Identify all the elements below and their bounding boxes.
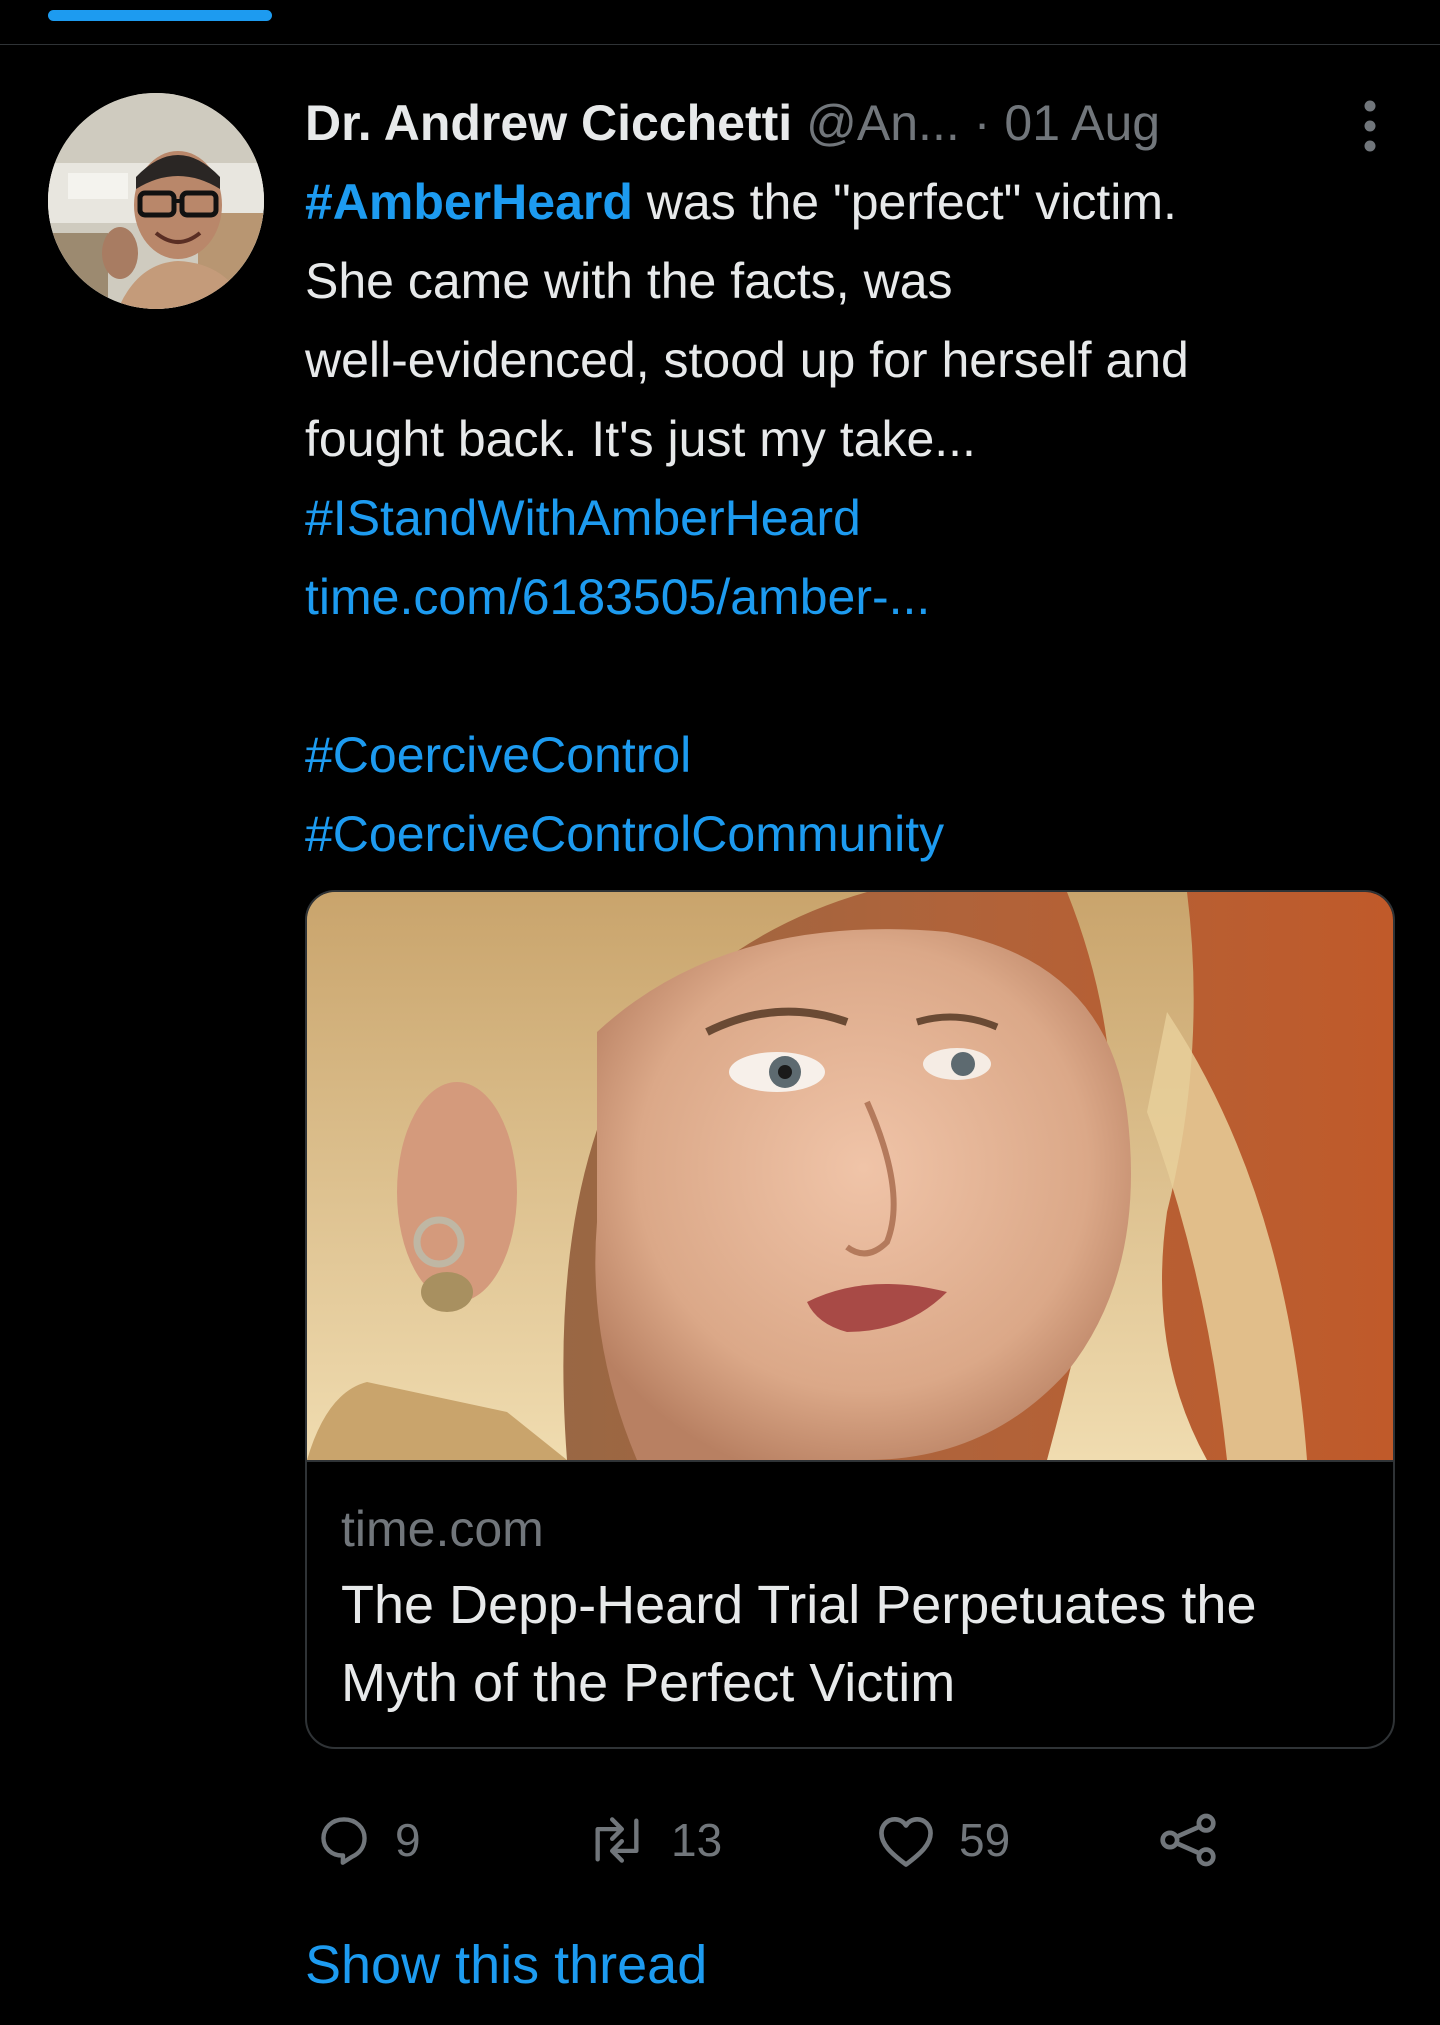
hashtag-link[interactable]: #CoerciveControl	[305, 727, 691, 783]
tab-active-indicator	[48, 10, 272, 21]
retweet-icon	[595, 1817, 639, 1863]
card-domain: time.com	[341, 1501, 544, 1557]
show-thread-link[interactable]: Show this thread	[305, 1925, 707, 2005]
tweet-text-line: time.com/6183505/amber-...	[305, 558, 1395, 637]
reply-button[interactable]: 9	[315, 1805, 421, 1875]
hashtag-link[interactable]: #CoerciveControlCommunity	[305, 806, 944, 862]
tweet-text-line: #AmberHeard was the "perfect" victim.	[305, 163, 1395, 242]
card-title: The Depp-Heard Trial Perpetuates the Myt…	[341, 1566, 1353, 1722]
like-count: 59	[959, 1814, 1011, 1866]
avatar-photo	[48, 93, 264, 309]
card-title-line: The Depp-Heard Trial Perpetuates the	[341, 1575, 1257, 1635]
reply-icon	[321, 1817, 367, 1865]
share-button[interactable]	[1157, 1805, 1219, 1875]
avatar[interactable]	[48, 93, 264, 309]
hashtag-link[interactable]: #IStandWithAmberHeard	[305, 490, 861, 546]
card-image	[307, 892, 1393, 1462]
tweet-text-segment: She came with the facts, was	[305, 253, 953, 309]
timestamp[interactable]: 01 Aug	[1004, 83, 1160, 163]
tweet-text-line: well-evidenced, stood up for herself and	[305, 321, 1395, 400]
url-link[interactable]: time.com/6183505/amber-...	[305, 569, 930, 625]
tweet-text-segment: fought back. It's just my take...	[305, 411, 976, 467]
card-title-line: Myth of the Perfect Victim	[341, 1653, 956, 1713]
tweet-body: Dr. Andrew Cicchetti @An... · 01 Aug #Am…	[305, 83, 1395, 874]
tweet-text-line: #IStandWithAmberHeard	[305, 479, 1395, 558]
tweet-header: Dr. Andrew Cicchetti @An... · 01 Aug	[305, 83, 1395, 163]
tweet-text-line: She came with the facts, was	[305, 242, 1395, 321]
tweet[interactable]: Dr. Andrew Cicchetti @An... · 01 Aug #Am…	[0, 45, 1440, 2025]
like-button[interactable]: 59	[875, 1805, 1010, 1875]
hashtag-link[interactable]: #AmberHeard	[305, 174, 633, 230]
separator-dot: ·	[973, 95, 991, 151]
tweet-text: #AmberHeard was the "perfect" victim. She…	[305, 163, 1395, 874]
share-icon	[1160, 1813, 1216, 1867]
link-card[interactable]: time.com The Depp-Heard Trial Perpetuate…	[305, 890, 1395, 1749]
retweet-count: 13	[671, 1814, 723, 1866]
tweet-text-line: #CoerciveControlCommunity	[305, 795, 1395, 874]
author-handle[interactable]: @An...	[806, 83, 960, 163]
card-meta: time.com The Depp-Heard Trial Perpetuate…	[307, 1462, 1393, 1722]
author-name[interactable]: Dr. Andrew Cicchetti	[305, 83, 792, 163]
reply-count: 9	[395, 1814, 421, 1866]
tweet-text-line: fought back. It's just my take...	[305, 400, 1395, 479]
tweet-text-segment: well-evidenced, stood up for herself and	[305, 332, 1189, 388]
like-icon	[879, 1817, 933, 1867]
retweet-button[interactable]: 13	[585, 1805, 722, 1875]
tweet-text-segment: was the "perfect" victim.	[632, 174, 1177, 230]
more-vertical-icon[interactable]	[1345, 99, 1395, 153]
tweet-actions: 9 13 59	[305, 1805, 1305, 1875]
tweet-text-line: #CoerciveControl	[305, 716, 1395, 795]
